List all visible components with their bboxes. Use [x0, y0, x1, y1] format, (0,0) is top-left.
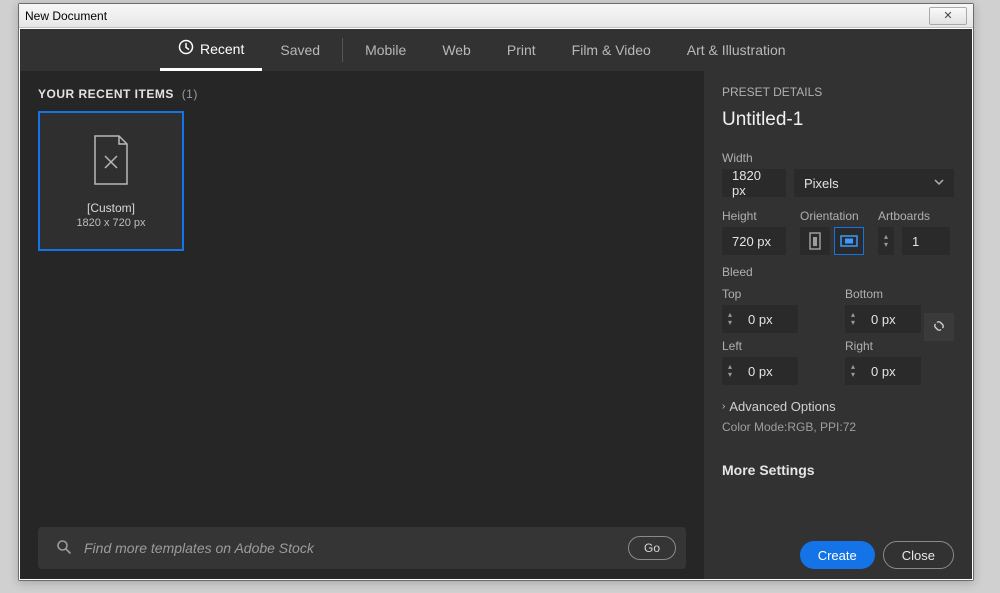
bleed-right-label: Right: [845, 339, 954, 353]
bleed-right-stepper[interactable]: ▴▾: [845, 357, 861, 385]
tab-print-label: Print: [507, 42, 536, 58]
preset-dims: 1820 x 720 px: [76, 217, 145, 229]
tab-saved-label: Saved: [280, 42, 320, 58]
bleed-label: Bleed: [722, 265, 954, 279]
bleed-bottom-stepper[interactable]: ▴▾: [845, 305, 861, 333]
advanced-options-toggle[interactable]: › Advanced Options: [722, 399, 954, 414]
left-column: YOUR RECENT ITEMS (1) [Custom]: [20, 71, 704, 579]
stock-search-bar[interactable]: Find more templates on Adobe Stock Go: [38, 527, 686, 569]
advanced-options-label: Advanced Options: [729, 399, 835, 414]
bleed-bottom-label: Bottom: [845, 287, 954, 301]
width-field[interactable]: 1820 px: [722, 169, 786, 197]
orientation-portrait[interactable]: [800, 227, 830, 255]
close-button[interactable]: Close: [883, 541, 954, 569]
tab-filmvideo-label: Film & Video: [572, 42, 651, 58]
bleed-bottom-field[interactable]: 0 px: [861, 305, 921, 333]
new-document-dialog: New Document ✕ Recent Saved Mobile Web: [18, 3, 974, 581]
caret-down-icon: ▾: [884, 241, 888, 249]
preset-name: [Custom]: [87, 201, 135, 215]
tab-art-label: Art & Illustration: [687, 42, 786, 58]
tab-mobile[interactable]: Mobile: [347, 29, 424, 71]
create-button[interactable]: Create: [800, 541, 875, 569]
tab-web-label: Web: [442, 42, 471, 58]
recent-header: YOUR RECENT ITEMS (1): [38, 87, 686, 101]
bleed-right-value: 0 px: [871, 364, 896, 379]
tab-recent-label: Recent: [200, 41, 244, 57]
search-icon: [56, 539, 72, 558]
preset-grid: [Custom] 1820 x 720 px: [38, 111, 686, 251]
tab-web[interactable]: Web: [424, 29, 489, 71]
height-field[interactable]: 720 px: [722, 227, 786, 255]
artboards-field[interactable]: 1: [902, 227, 950, 255]
chevron-down-icon: [934, 177, 944, 190]
recent-count: (1): [182, 87, 198, 101]
create-button-label: Create: [818, 548, 857, 563]
bleed-left-label: Left: [722, 339, 831, 353]
artboards-stepper[interactable]: ▴ ▾: [878, 227, 894, 255]
close-button-label: Close: [902, 548, 935, 563]
window-title: New Document: [25, 9, 929, 23]
link-icon: [932, 319, 946, 336]
bleed-top-stepper[interactable]: ▴▾: [722, 305, 738, 333]
orientation-label: Orientation: [800, 209, 864, 223]
clock-icon: [178, 39, 194, 58]
height-value: 720 px: [732, 234, 771, 249]
main-area: YOUR RECENT ITEMS (1) [Custom]: [20, 71, 972, 579]
bleed-left-value: 0 px: [748, 364, 773, 379]
bleed-top-label: Top: [722, 287, 831, 301]
artboards-value: 1: [912, 234, 919, 249]
units-dropdown[interactable]: Pixels: [794, 169, 954, 197]
link-bleed-button[interactable]: [924, 313, 954, 341]
orientation-landscape[interactable]: [834, 227, 864, 255]
height-label: Height: [722, 209, 786, 223]
preset-card[interactable]: [Custom] 1820 x 720 px: [38, 111, 184, 251]
tab-recent[interactable]: Recent: [160, 29, 262, 71]
more-settings-header: More Settings: [722, 462, 954, 478]
preset-details-panel: PRESET DETAILS Untitled-1 Width 1820 px …: [704, 71, 972, 579]
tab-print[interactable]: Print: [489, 29, 554, 71]
tab-mobile-label: Mobile: [365, 42, 406, 58]
preset-details-header: PRESET DETAILS: [722, 85, 954, 99]
color-mode-info: Color Mode:RGB, PPI:72: [722, 420, 954, 434]
bleed-bottom-value: 0 px: [871, 312, 896, 327]
dialog-footer: Create Close: [722, 529, 954, 569]
dialog-body: Recent Saved Mobile Web Print Film & Vid…: [19, 28, 973, 580]
category-tabs: Recent Saved Mobile Web Print Film & Vid…: [20, 29, 972, 71]
close-icon: ✕: [943, 9, 952, 22]
bleed-right-field[interactable]: 0 px: [861, 357, 921, 385]
titlebar: New Document ✕: [19, 4, 973, 28]
recent-header-label: YOUR RECENT ITEMS: [38, 87, 174, 101]
bleed-top-field[interactable]: 0 px: [738, 305, 798, 333]
search-go-label: Go: [644, 541, 660, 555]
bleed-left-field[interactable]: 0 px: [738, 357, 798, 385]
bleed-top-value: 0 px: [748, 312, 773, 327]
tab-separator: [342, 38, 343, 62]
width-value: 1820 px: [732, 168, 776, 198]
artboards-label: Artboards: [878, 209, 950, 223]
bleed-left-stepper[interactable]: ▴▾: [722, 357, 738, 385]
document-icon: [89, 134, 133, 189]
width-label: Width: [722, 151, 954, 165]
search-placeholder: Find more templates on Adobe Stock: [84, 540, 628, 556]
window-close-button[interactable]: ✕: [929, 7, 967, 25]
tab-art[interactable]: Art & Illustration: [669, 29, 804, 71]
document-name[interactable]: Untitled-1: [722, 109, 954, 131]
tab-saved[interactable]: Saved: [262, 29, 338, 71]
tab-filmvideo[interactable]: Film & Video: [554, 29, 669, 71]
search-go-button[interactable]: Go: [628, 536, 676, 560]
units-value: Pixels: [804, 176, 839, 191]
orientation-group: [800, 227, 864, 255]
chevron-right-icon: ›: [722, 401, 725, 412]
